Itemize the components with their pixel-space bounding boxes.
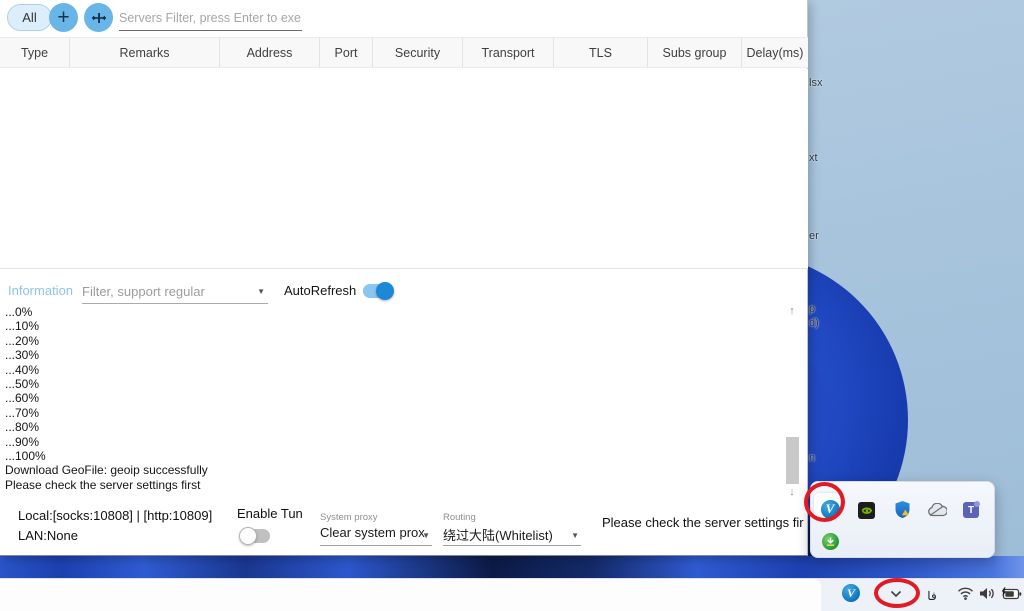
- autorefresh-label: AutoRefresh: [284, 283, 356, 298]
- adjust-columns-button[interactable]: [84, 3, 113, 32]
- language-indicator[interactable]: فا: [923, 588, 941, 603]
- log-filter-input[interactable]: [82, 281, 246, 301]
- onedrive-icon[interactable]: [924, 497, 950, 523]
- all-button-label: All: [22, 10, 36, 25]
- log-output: ...0%...10%...20%...30%...40%...50%...60…: [5, 305, 780, 492]
- desktop-icon-label: p: [809, 303, 815, 315]
- autorefresh-toggle[interactable]: [362, 282, 394, 300]
- v2rayn-window: All + TypeRemarksAddressPortSecurityTran…: [0, 0, 808, 556]
- system-proxy-dropdown[interactable]: Clear system prox ▼: [320, 523, 432, 546]
- log-line: ...90%: [5, 435, 780, 449]
- add-server-button[interactable]: +: [49, 3, 78, 32]
- chevron-down-icon: ▼: [571, 531, 579, 540]
- scrollbar-thumb[interactable]: [786, 437, 799, 484]
- log-line: ...40%: [5, 363, 780, 377]
- routing-dropdown[interactable]: 绕过大陆(Whitelist) ▼: [443, 523, 581, 546]
- routing-value: 绕过大陆(Whitelist): [443, 525, 553, 544]
- log-line: ...100%: [5, 449, 780, 463]
- system-proxy-value: Clear system prox: [320, 525, 425, 540]
- battery-icon[interactable]: [1001, 587, 1023, 601]
- desktop-icon-label: d): [809, 317, 819, 329]
- column-header[interactable]: TLS: [554, 38, 648, 67]
- column-header[interactable]: Type: [0, 38, 70, 67]
- teams-icon[interactable]: T: [958, 497, 984, 523]
- panel-divider: [0, 268, 808, 269]
- column-header[interactable]: Transport: [463, 38, 554, 67]
- column-header[interactable]: Remarks: [70, 38, 220, 67]
- log-line: Please check the server settings first: [5, 478, 780, 492]
- idm-icon[interactable]: [817, 528, 843, 554]
- scrollbar-up-arrow[interactable]: ↑: [783, 303, 801, 319]
- adjust-columns-icon: [91, 10, 107, 26]
- toggle-knob: [239, 527, 257, 545]
- chevron-down-icon: ▼: [422, 531, 430, 540]
- log-line: ...70%: [5, 406, 780, 420]
- volume-icon[interactable]: [979, 587, 995, 600]
- windows-security-icon[interactable]: [889, 496, 915, 522]
- routing-label: Routing: [443, 512, 476, 523]
- desktop-icon-label: xt: [809, 152, 818, 164]
- scrollbar-down-arrow[interactable]: ↓: [783, 484, 801, 500]
- column-header[interactable]: Delay(ms): [742, 38, 808, 67]
- enable-tun-toggle[interactable]: [239, 527, 271, 545]
- column-header[interactable]: Security: [373, 38, 463, 67]
- log-filter-combobox[interactable]: ▼: [82, 279, 268, 304]
- servers-filter-input[interactable]: [119, 6, 302, 31]
- local-listen-info: Local:[socks:10808] | [http:10809]: [18, 508, 212, 523]
- taskbar-left-section: [0, 579, 821, 611]
- log-line: Download GeoFile: geoip successfully: [5, 463, 780, 477]
- log-line: ...80%: [5, 420, 780, 434]
- toggle-knob: [376, 282, 394, 300]
- log-line: ...0%: [5, 305, 780, 319]
- wallpaper-bottom-stripe: [0, 556, 1024, 578]
- status-message: Please check the server settings fir: [602, 515, 804, 530]
- server-group-all-button[interactable]: All: [7, 4, 52, 31]
- lan-info: LAN:None: [18, 528, 78, 543]
- column-header[interactable]: Subs group: [648, 38, 742, 67]
- wifi-icon[interactable]: [957, 587, 974, 600]
- log-line: ...60%: [5, 391, 780, 405]
- annotation-circle-tray: [804, 482, 845, 522]
- desktop-icon-label: n: [809, 452, 815, 464]
- table-header-row: TypeRemarksAddressPortSecurityTransportT…: [0, 37, 808, 68]
- column-header[interactable]: Port: [320, 38, 373, 67]
- log-line: ...20%: [5, 334, 780, 348]
- server-list-empty[interactable]: [0, 69, 808, 268]
- v2rayn-taskbar-icon[interactable]: V: [842, 584, 860, 602]
- taskbar: [0, 578, 1024, 611]
- log-line: ...30%: [5, 348, 780, 362]
- chevron-down-icon: ▼: [257, 287, 265, 296]
- nvidia-settings-icon[interactable]: [853, 497, 879, 523]
- annotation-circle-taskbar: [874, 578, 920, 608]
- column-header[interactable]: Address: [220, 38, 320, 67]
- screen: lsx xt er p d) n All + TypeRemarksAddressPort…: [0, 0, 1024, 611]
- tab-information[interactable]: Information: [8, 283, 73, 298]
- system-proxy-label: System proxy: [320, 512, 378, 523]
- plus-icon: +: [57, 7, 69, 28]
- log-line: ...10%: [5, 319, 780, 333]
- enable-tun-label: Enable Tun: [237, 506, 303, 521]
- desktop-icon-label: er: [809, 230, 819, 242]
- log-line: ...50%: [5, 377, 780, 391]
- desktop-icon-label: lsx: [809, 77, 822, 89]
